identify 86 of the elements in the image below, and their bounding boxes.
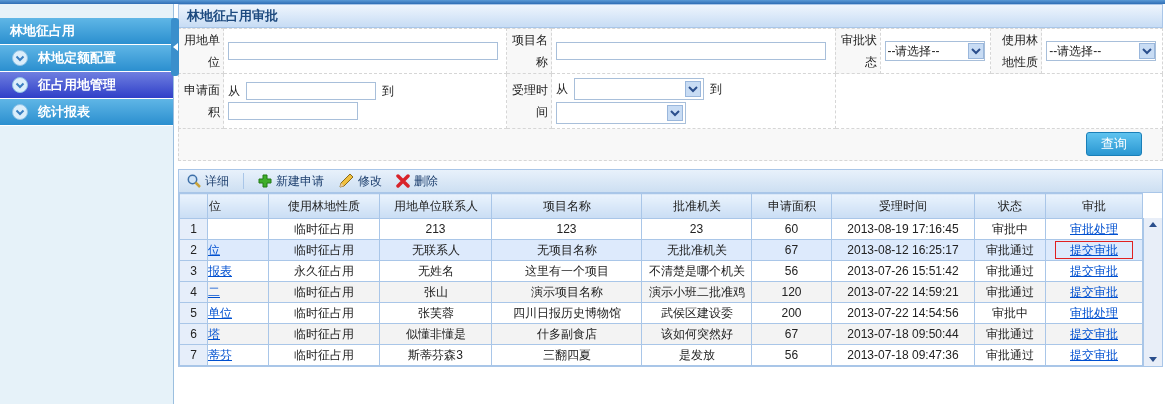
table-row[interactable]: 7 蒂芬 临时征占用 斯蒂芬森3 三翻四夏 是发放 56 2013-07-18 09:47:36 审批通过 提交审批: [179, 344, 1143, 366]
input-field[interactable]: [228, 102, 358, 120]
table-cell: 审批通过: [974, 260, 1046, 282]
column-header[interactable]: 审批: [1045, 193, 1143, 219]
table-cell: 审批中: [974, 302, 1046, 324]
input-field[interactable]: [556, 42, 827, 60]
row-number: 7: [179, 344, 208, 366]
field-label: 用地单位: [178, 28, 224, 74]
table-cell: 60: [751, 218, 832, 240]
table-row[interactable]: 3 报表 永久征占用 无姓名 这里有一个项目 不清楚是哪个机关 56 2013-07-26 15:51:42 审批通过 提交审批: [179, 260, 1143, 282]
table-cell: 是发放: [641, 344, 752, 366]
table-row[interactable]: 4 二 临时征占用 张山 演示项目名称 演示小班二批准鸡 120 2013-07-22 14:59:21 审批通过 提交审批: [179, 281, 1143, 303]
table-cell: 审批中: [974, 218, 1046, 240]
table-cell: 无姓名: [379, 260, 492, 282]
sidebar-item[interactable]: 征占用地管理: [0, 72, 173, 99]
plus-icon: [258, 174, 272, 188]
field-label: 受理时间: [506, 73, 552, 129]
chevron-down-icon: [12, 104, 28, 120]
field-label: 项目名称: [506, 28, 552, 74]
chevron-down-icon: [12, 50, 28, 66]
table-cell: 123: [491, 218, 642, 240]
table-cell: 永久征占用: [268, 260, 380, 282]
toolbar-button[interactable]: 新建申请: [258, 172, 324, 190]
magnifier-icon: [187, 174, 201, 188]
column-header[interactable]: 申请面积: [751, 193, 832, 219]
table-row[interactable]: 5 单位 临时征占用 张芙蓉 四川日报历史博物馆 武侯区建设委 200 2013-07-22 14:54:56 审批中 审批处理: [179, 302, 1143, 324]
unit-link[interactable]: 二: [208, 284, 220, 299]
row-number: 3: [179, 260, 208, 282]
collapse-handle[interactable]: [171, 18, 179, 76]
table-row[interactable]: 2 位 临时征占用 无联系人 无项目名称 无批准机关 67 2013-08-12 16:25:17 审批通过 提交审批: [179, 239, 1143, 261]
field-label: 申请面积: [178, 73, 224, 129]
row-number: 1: [179, 218, 208, 240]
table-cell: 2013-07-26 15:51:42: [831, 260, 975, 282]
table-row[interactable]: 1 临时征占用 213 123 23 60 2013-08-19 17:16:45 审批中 审批处理: [179, 218, 1143, 240]
input-field[interactable]: [228, 42, 498, 60]
chevron-down-icon: [12, 77, 28, 93]
table-cell: 23: [641, 218, 752, 240]
column-header[interactable]: 批准机关: [641, 193, 752, 219]
table-cell: 2013-07-18 09:47:36: [831, 344, 975, 366]
input-field[interactable]: [246, 82, 376, 100]
table-cell: 张芙蓉: [379, 302, 492, 324]
pencil-icon: [338, 173, 354, 189]
row-number: 5: [179, 302, 208, 324]
table-cell: 临时征占用: [268, 344, 380, 366]
table-cell: 213: [379, 218, 492, 240]
date-field[interactable]: [556, 102, 687, 124]
column-header[interactable]: 项目名称: [491, 193, 642, 219]
unit-link[interactable]: 塔: [208, 326, 220, 341]
table-cell: 不清楚是哪个机关: [641, 260, 752, 282]
table-cell: 武侯区建设委: [641, 302, 752, 324]
row-number: 2: [179, 239, 208, 261]
column-header[interactable]: 受理时间: [831, 193, 975, 219]
table-cell: 三翻四夏: [491, 344, 642, 366]
table-cell: 审批通过: [974, 344, 1046, 366]
toolbar-button[interactable]: 修改: [338, 172, 382, 190]
table-cell: 2013-08-19 17:16:45: [831, 218, 975, 240]
select-field[interactable]: --请选择--: [1046, 41, 1157, 61]
date-field[interactable]: [574, 78, 705, 100]
table-cell: 这里有一个项目: [491, 260, 642, 282]
table-cell: 临时征占用: [268, 218, 380, 240]
column-header[interactable]: 状态: [974, 193, 1046, 219]
from-label: 从: [556, 80, 569, 98]
table-cell: 临时征占用: [268, 302, 380, 324]
panel-title: 林地征占用审批: [178, 4, 1163, 28]
row-number: 4: [179, 281, 208, 303]
table-cell: 200: [751, 302, 832, 324]
table-row[interactable]: 6 塔 临时征占用 似懂非懂是 什多副食店 该如何突然好 67 2013-07-18 09:50:44 审批通过 提交审批: [179, 323, 1143, 345]
table-cell: 56: [751, 260, 832, 282]
field-label: 使用林地性质: [990, 28, 1042, 74]
column-header[interactable]: 使用林地性质: [268, 193, 380, 219]
column-header[interactable]: 用地单位联系人: [379, 193, 492, 219]
sidebar-title: 林地征占用: [0, 18, 173, 45]
to-label: 到: [382, 82, 394, 100]
table-cell: 2013-07-22 14:54:56: [831, 302, 975, 324]
row-number: 6: [179, 323, 208, 345]
toolbar-button[interactable]: 删除: [396, 172, 438, 190]
table-cell: 四川日报历史博物馆: [491, 302, 642, 324]
column-header[interactable]: 位: [207, 193, 269, 219]
select-field[interactable]: --请选择--: [884, 41, 985, 61]
toolbar-button[interactable]: 详细: [187, 172, 229, 190]
table-cell: 斯蒂芬森3: [379, 344, 492, 366]
from-label: 从: [228, 82, 240, 100]
x-icon: [396, 174, 410, 188]
table-cell: 56: [751, 344, 832, 366]
unit-link[interactable]: 位: [208, 242, 220, 257]
to-label: 到: [710, 80, 723, 98]
